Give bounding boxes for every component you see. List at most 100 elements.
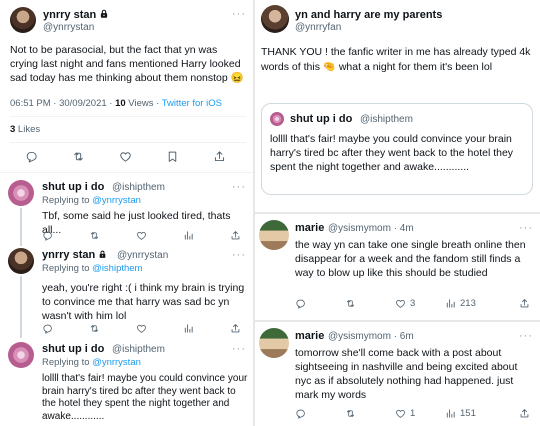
avatar[interactable]: [261, 5, 289, 33]
like-button[interactable]: [136, 230, 147, 241]
like-icon: [136, 230, 147, 241]
like-button[interactable]: [136, 323, 147, 334]
share-button[interactable]: [230, 230, 241, 241]
source-link[interactable]: Twitter for iOS: [162, 98, 222, 109]
avatar[interactable]: [259, 220, 289, 250]
tweet-text: tomorrow she'll come back with a post ab…: [295, 347, 518, 401]
divider: [10, 142, 246, 143]
share-icon: [230, 230, 241, 241]
reply-button[interactable]: [295, 298, 306, 309]
retweet-icon: [89, 230, 100, 241]
replying-to: Replying to @ynrrystan: [42, 357, 141, 368]
replying-to: Replying to @ishipthem: [42, 263, 142, 274]
more-options-icon[interactable]: ···: [232, 8, 246, 20]
author-handle[interactable]: @ynrrystan: [43, 22, 94, 33]
more-options-icon[interactable]: ···: [232, 343, 246, 355]
share-button[interactable]: [230, 323, 241, 334]
thread-line: [20, 276, 22, 338]
author-handle[interactable]: @ishipthem: [112, 182, 165, 193]
avatar[interactable]: [10, 7, 36, 33]
avatar: [270, 112, 284, 126]
more-options-icon[interactable]: ···: [232, 181, 246, 193]
bookmark-button[interactable]: [166, 150, 179, 163]
author-name: shut up i do: [290, 113, 353, 125]
author-name[interactable]: ynrry stan: [43, 9, 109, 21]
tweet-time[interactable]: 06:51 PM · 30/09/2021 ·: [10, 98, 115, 109]
author-handle[interactable]: @ynrryfan: [295, 22, 341, 33]
reply-button[interactable]: [42, 230, 53, 241]
views-icon: [183, 230, 194, 241]
tweet-text: Not to be parasocial, but the fact that …: [10, 44, 244, 84]
author-handle[interactable]: @ysismymom · 4m: [328, 223, 414, 234]
author-name[interactable]: shut up i do: [42, 343, 104, 355]
views-count: 10: [115, 98, 126, 109]
more-options-icon[interactable]: ···: [519, 330, 533, 342]
avatar[interactable]: [8, 180, 34, 206]
retweet-button[interactable]: [89, 323, 100, 334]
like-button[interactable]: [119, 150, 132, 163]
tweet-text: the way yn can take one single breath on…: [295, 239, 526, 279]
share-icon: [519, 408, 530, 419]
author-name[interactable]: yn and harry are my parents: [295, 9, 442, 21]
replying-prefix: Replying to: [42, 263, 93, 274]
reply-button[interactable]: [25, 150, 38, 163]
replying-prefix: Replying to: [42, 195, 93, 206]
retweet-button[interactable]: [89, 230, 100, 241]
share-icon: [213, 150, 226, 163]
retweet-button[interactable]: [72, 150, 85, 163]
right-screenshot-panel: yn and harry are my parents @ynrryfan TH…: [255, 0, 540, 426]
avatar[interactable]: [8, 248, 34, 274]
reply-icon: [295, 298, 306, 309]
tweet-text: yeah, you're right :( i think my brain i…: [42, 282, 245, 322]
views-button[interactable]: [183, 323, 194, 334]
views-button[interactable]: 151: [445, 408, 476, 419]
like-button[interactable]: 3: [395, 298, 415, 309]
reply-button[interactable]: [42, 323, 53, 334]
tweet-text: lollll that's fair! maybe you could conv…: [42, 373, 248, 422]
author-name[interactable]: marie: [295, 330, 324, 342]
author-handle[interactable]: @ynrrystan: [117, 250, 168, 261]
quoted-tweet-text: lollll that's fair! maybe you could conv…: [270, 133, 514, 173]
retweet-button[interactable]: [345, 298, 356, 309]
quoted-tweet-card[interactable]: shut up i do @ishipthem lollll that's fa…: [261, 103, 533, 195]
author-name[interactable]: ynrry stan: [42, 249, 107, 261]
reply-icon: [25, 150, 38, 163]
replying-prefix: Replying to: [42, 357, 93, 368]
share-button[interactable]: [519, 408, 530, 419]
views-button[interactable]: 213: [445, 298, 476, 309]
like-button[interactable]: 1: [395, 408, 415, 419]
author-name[interactable]: marie: [295, 222, 324, 234]
more-options-icon[interactable]: ···: [232, 249, 246, 261]
thread-line: [20, 208, 22, 246]
share-icon: [519, 298, 530, 309]
lock-icon: [98, 250, 107, 259]
views-icon: [445, 298, 456, 309]
views-count: 213: [460, 298, 476, 309]
avatar[interactable]: [259, 328, 289, 358]
lock-icon: [99, 9, 109, 19]
more-options-icon[interactable]: ···: [519, 222, 533, 234]
author-handle: @ishipthem: [360, 114, 413, 125]
views-count: 151: [460, 408, 476, 419]
retweet-button[interactable]: [345, 408, 356, 419]
replying-to: Replying to @ynrrystan: [42, 195, 141, 206]
share-button[interactable]: [519, 298, 530, 309]
replying-to-link[interactable]: @ynrrystan: [92, 195, 141, 206]
bookmark-icon: [166, 150, 179, 163]
tweet-meta: 06:51 PM · 30/09/2021 · 10 Views · Twitt…: [10, 98, 222, 109]
share-button[interactable]: [213, 150, 226, 163]
reply-button[interactable]: [295, 408, 306, 419]
author-name[interactable]: shut up i do: [42, 181, 104, 193]
likes-summary[interactable]: 3 Likes: [10, 124, 40, 135]
share-icon: [230, 323, 241, 334]
author-handle[interactable]: @ysismymom · 6m: [328, 331, 414, 342]
avatar[interactable]: [8, 342, 34, 368]
like-icon: [395, 298, 406, 309]
author-handle[interactable]: @ishipthem: [112, 344, 165, 355]
views-icon: [183, 323, 194, 334]
views-label: Views ·: [125, 98, 162, 109]
replying-to-link[interactable]: @ishipthem: [92, 263, 142, 274]
views-button[interactable]: [183, 230, 194, 241]
replying-to-link[interactable]: @ynrrystan: [92, 357, 141, 368]
retweet-icon: [89, 323, 100, 334]
